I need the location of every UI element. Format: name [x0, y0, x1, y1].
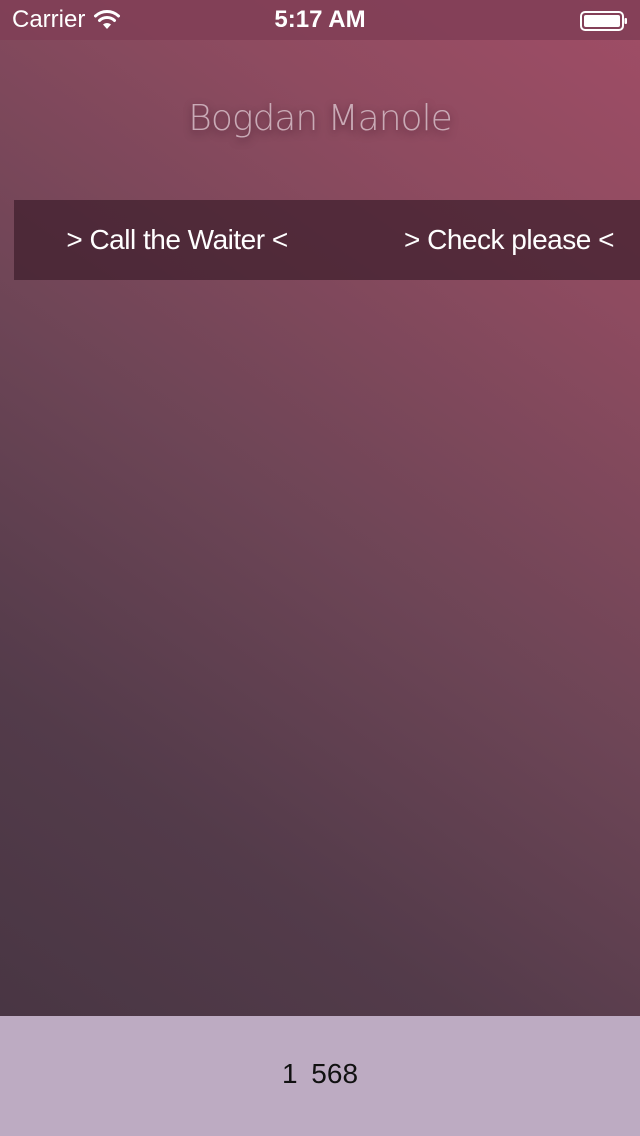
status-bar: Carrier 5:17 AM [0, 0, 640, 40]
page-title: Bogdan Manole [188, 98, 453, 139]
status-time: 5:17 AM [274, 6, 366, 33]
check-please-button[interactable]: > Check please < [340, 200, 640, 280]
action-bar: > Call the Waiter < > Check please < [14, 200, 640, 280]
call-waiter-button[interactable]: > Call the Waiter < [14, 200, 340, 280]
battery-full-icon [580, 11, 627, 31]
footer-bar: 1 568 [0, 1016, 640, 1136]
footer-number: 1 568 [281, 1058, 359, 1089]
app-screen: Carrier 5:17 AM Bogdan Manole > Call the… [0, 0, 640, 1136]
